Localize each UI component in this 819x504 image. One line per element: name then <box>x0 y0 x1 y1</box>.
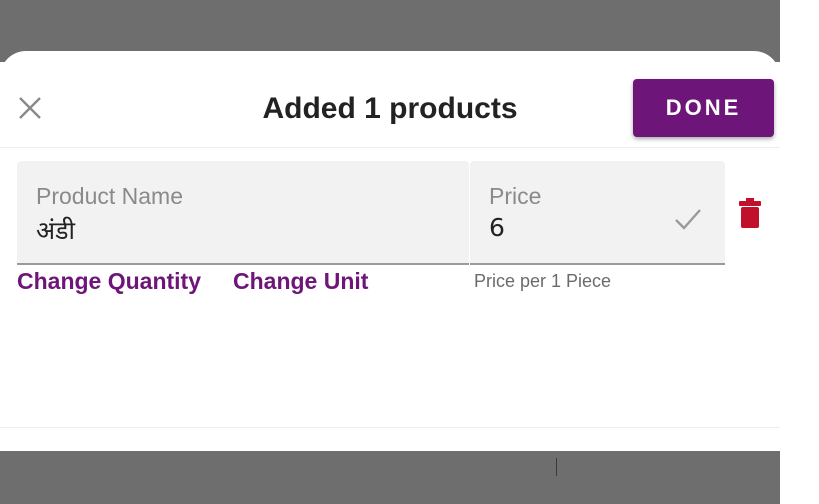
side-strip <box>780 0 819 504</box>
product-name-value[interactable]: अंडी <box>36 213 75 247</box>
bottom-sheet: Added 1 products DONE Product Name अंडी … <box>0 51 780 451</box>
header-divider <box>0 147 780 148</box>
close-button[interactable] <box>14 92 46 124</box>
change-quantity-link[interactable]: Change Quantity <box>17 268 201 295</box>
close-icon <box>19 97 41 119</box>
navigation-bar <box>0 451 780 504</box>
product-name-field[interactable]: Product Name अंडी <box>17 161 469 265</box>
price-per-unit-hint: Price per 1 Piece <box>474 271 612 291</box>
nav-divider <box>556 458 557 476</box>
delete-product-button[interactable] <box>734 193 766 233</box>
price-field[interactable]: Price 6 <box>470 161 725 265</box>
price-label: Price <box>489 183 542 209</box>
done-button[interactable]: DONE <box>633 79 774 137</box>
check-icon[interactable] <box>672 203 704 235</box>
price-value[interactable]: 6 <box>489 213 505 242</box>
page-title: Added 1 products <box>262 92 518 125</box>
change-unit-link[interactable]: Change Unit <box>233 268 368 295</box>
footer-divider <box>0 427 780 428</box>
product-name-label: Product Name <box>36 183 184 209</box>
trash-icon <box>739 198 761 228</box>
